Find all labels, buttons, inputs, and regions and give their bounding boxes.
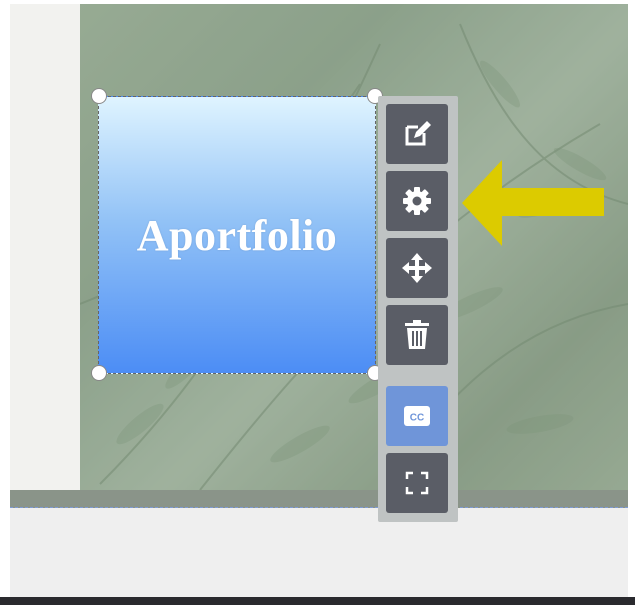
section-boundary [10,507,628,508]
fullscreen-button[interactable] [386,453,448,513]
selected-text-block[interactable]: Aportfolio [98,96,376,374]
annotation-arrow [462,160,604,246]
fullscreen-icon [405,471,429,495]
gear-icon [403,187,431,215]
left-panel [10,4,80,490]
footer-band [10,490,628,508]
edit-icon [405,121,431,146]
resize-handle-bottom-left[interactable] [91,365,107,381]
svg-text:CC: CC [410,413,424,424]
move-button[interactable] [386,238,448,298]
block-title: Aportfolio [136,210,338,260]
captions-button[interactable]: CC [386,386,448,446]
cc-icon: CC [404,406,430,426]
settings-button[interactable] [386,171,448,231]
bottom-bar [0,597,635,605]
trash-icon [405,320,429,349]
edit-button[interactable] [386,104,448,164]
delete-button[interactable] [386,305,448,365]
move-icon [402,253,432,283]
resize-handle-top-left[interactable] [91,88,107,104]
